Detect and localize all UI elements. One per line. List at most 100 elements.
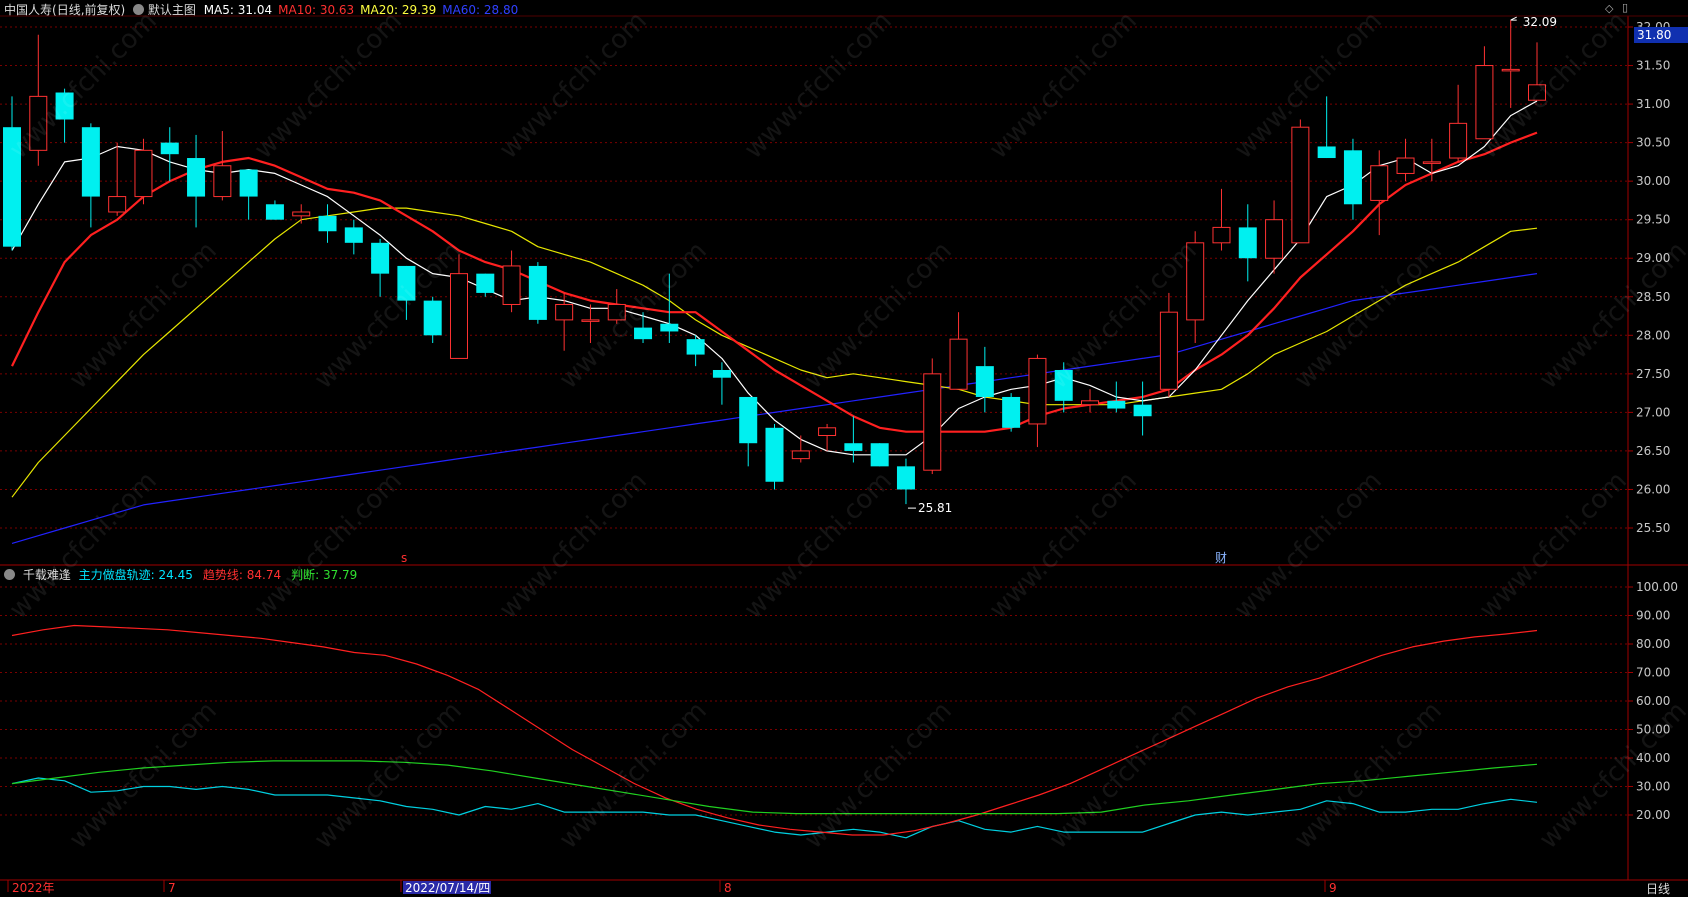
candle <box>160 127 179 182</box>
watermark-text: www.cfchi.com <box>799 236 958 395</box>
watermark-text: www.cfchi.com <box>1534 696 1688 855</box>
candle <box>239 169 258 220</box>
watermark-text: www.cfchi.com <box>799 696 958 855</box>
candle <box>791 435 810 463</box>
candle-body <box>844 443 863 451</box>
candle <box>1002 393 1021 432</box>
period-button[interactable]: 日线 <box>1646 880 1670 897</box>
candle <box>371 238 390 297</box>
candle-body <box>108 196 127 213</box>
candle <box>1449 84 1468 162</box>
price-tick-label: 30.00 <box>1636 174 1670 188</box>
candle <box>108 142 127 216</box>
candle-body <box>371 242 390 274</box>
legend-item: MA20: 29.39 <box>360 3 437 17</box>
judge-line <box>11 760 1538 815</box>
candle-body <box>476 273 495 293</box>
date-axis-label: 2022/07/14/四 <box>405 881 490 895</box>
stock-name[interactable]: 中国人寿 <box>4 3 52 17</box>
watermark-text: www.cfchi.com <box>1229 466 1388 625</box>
price-tick-label: 30.50 <box>1636 136 1670 150</box>
diamond-icon[interactable]: ◇ <box>1605 2 1613 15</box>
price-tick-label: 28.00 <box>1636 328 1670 342</box>
candle-body <box>213 165 232 198</box>
candle-body <box>975 366 994 397</box>
candle-body <box>1028 357 1047 425</box>
indicator-tick-label: 70.00 <box>1636 666 1670 680</box>
watermark: www.cfchi.com www.cfchi.com www.cfchi.com w… <box>4 6 1688 855</box>
price-tick-label: 27.50 <box>1636 367 1670 381</box>
watermark-text: www.cfchi.com <box>984 466 1143 625</box>
legend-item: 趋势线: 84.74 <box>202 568 282 582</box>
price-tick-label: 31.00 <box>1636 97 1670 111</box>
candle-body <box>581 319 600 322</box>
watermark-text: www.cfchi.com <box>249 466 408 625</box>
candle <box>1081 389 1100 413</box>
candle <box>712 362 731 405</box>
candle <box>528 262 547 324</box>
candle <box>1238 204 1257 282</box>
candle <box>292 204 311 224</box>
watermark-text: www.cfchi.com <box>1474 6 1633 165</box>
legend-item: MA60: 28.80 <box>442 3 519 17</box>
indicator-tick-label: 90.00 <box>1636 609 1670 623</box>
indicator-name[interactable]: 千载难逢 <box>23 568 71 582</box>
watermark-text: www.cfchi.com <box>739 466 898 625</box>
candle-body <box>923 373 942 471</box>
date-axis: 2022年 7 2022/07/14/四 8 9 <box>7 880 1337 895</box>
indicator-tick-label: 80.00 <box>1636 637 1670 651</box>
candle <box>686 335 705 367</box>
candle <box>1133 381 1152 436</box>
candle-body <box>870 443 889 467</box>
watermark-text: www.cfchi.com <box>1044 696 1203 855</box>
dropdown-circle-icon[interactable] <box>133 4 145 15</box>
candle-body <box>1265 219 1284 259</box>
candle <box>502 250 521 313</box>
indicator-legend: 主力做盘轨迹: 24.45 趋势线: 84.74 判断: 37.79 <box>75 568 358 582</box>
indicator-tick-label: 100.00 <box>1636 580 1678 594</box>
event-s-marker: s <box>401 551 407 565</box>
candle <box>1422 138 1441 182</box>
watermark-text: www.cfchi.com <box>739 6 898 165</box>
watermark-text: www.cfchi.com <box>249 6 408 165</box>
candle-body <box>712 369 731 378</box>
candle <box>844 416 863 463</box>
candle <box>134 138 153 205</box>
candle-body <box>318 215 337 232</box>
candle-body <box>265 204 284 220</box>
legend-item: MA5: 31.04 <box>203 3 273 17</box>
candle-body <box>949 338 968 390</box>
indicator-tick-label: 30.00 <box>1636 780 1670 794</box>
main-chart-label[interactable]: 默认主图 <box>148 3 196 17</box>
candle-body <box>818 427 837 437</box>
candle <box>975 346 994 413</box>
candle <box>870 443 889 467</box>
watermark-text: www.cfchi.com <box>64 236 223 395</box>
candle-body <box>686 339 705 355</box>
watermark-text: www.cfchi.com <box>1474 466 1633 625</box>
candle <box>1317 96 1336 159</box>
window-restore-icon[interactable]: ▯ <box>1622 1 1628 14</box>
kline-chart[interactable]: 25.5026.0026.5027.0027.5028.0028.5029.00… <box>0 0 1688 895</box>
price-tick-label: 26.50 <box>1636 444 1670 458</box>
date-axis-label: 9 <box>1329 881 1337 895</box>
high-price-label: 32.09 <box>1523 15 1557 29</box>
candle <box>1107 381 1126 413</box>
watermark-text: www.cfchi.com <box>554 696 713 855</box>
period-label: (日线,前复权) <box>52 3 126 17</box>
candle-body <box>239 169 258 197</box>
candle-body <box>292 211 311 217</box>
candle-body <box>1238 227 1257 259</box>
candle <box>187 134 206 228</box>
candle-body <box>1133 404 1152 417</box>
watermark-text: www.cfchi.com <box>1289 236 1448 395</box>
price-tick-label: 29.50 <box>1636 213 1670 227</box>
price-tick-label: 26.00 <box>1636 482 1670 496</box>
dropdown-circle-icon[interactable] <box>4 569 15 580</box>
candle-body <box>160 142 179 155</box>
sub-header: 千载难逢 主力做盘轨迹: 24.45 趋势线: 84.74 判断: 37.79 <box>4 566 357 583</box>
candle-body <box>1317 146 1336 159</box>
date-axis-label: 8 <box>724 881 732 895</box>
candle-body <box>449 273 468 359</box>
candle <box>1343 138 1362 220</box>
